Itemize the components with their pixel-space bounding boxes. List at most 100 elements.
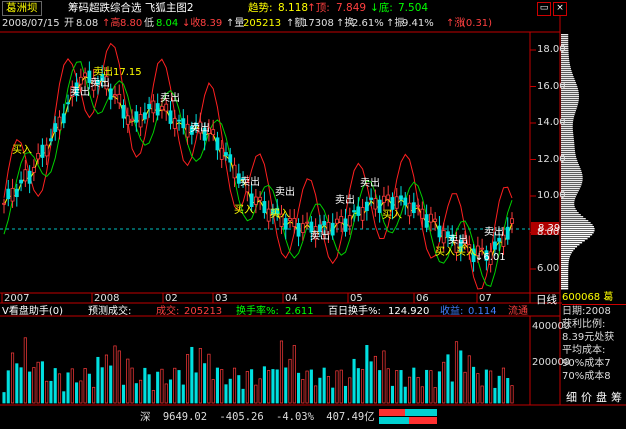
- volume-bar: [96, 356, 100, 404]
- volume-bar: [134, 383, 138, 404]
- side-tabs: 细价盘筹: [566, 389, 626, 404]
- sell-signal: 卖出: [90, 78, 110, 89]
- chip-bar: [561, 136, 574, 138]
- side-line: 8.39元处获: [562, 332, 615, 343]
- candle-body: [61, 113, 66, 124]
- sell-signal: 卖出: [335, 195, 355, 206]
- volume-bar: [207, 353, 211, 404]
- chip-bar: [561, 256, 570, 258]
- chip-bar: [561, 204, 575, 206]
- volume-bar: [501, 367, 506, 404]
- candle-body: [160, 105, 164, 111]
- volume-bar: [164, 383, 168, 404]
- side-tab-price[interactable]: 价: [581, 391, 596, 404]
- hundred-day-label: 百日换手%:: [328, 306, 381, 317]
- vol-label: 成交:: [156, 306, 180, 317]
- volume-bar: [484, 369, 488, 404]
- chip-bar: [561, 216, 584, 218]
- candle-body: [356, 206, 361, 216]
- chip-bar: [561, 72, 573, 74]
- volume-bar: [156, 371, 160, 404]
- side-tab-order[interactable]: 盘: [596, 391, 611, 404]
- chip-bar: [561, 270, 569, 272]
- chip-bar: [561, 282, 569, 284]
- volume-bar: [373, 355, 377, 404]
- candle-body: [369, 197, 374, 200]
- candle-body: [155, 103, 160, 116]
- chip-bar: [561, 184, 582, 186]
- side-tab-chip[interactable]: 筹: [611, 391, 626, 404]
- chip-bar: [561, 68, 571, 70]
- candle-body: [219, 147, 224, 160]
- chip-bar: [561, 244, 580, 246]
- candle-body: [215, 137, 220, 151]
- index-status-bar[interactable]: 深 9649.02 -405.26 -4.03% 407.49亿: [140, 409, 375, 424]
- price-tick-label: 6.00: [537, 263, 560, 274]
- volume-bar: [480, 385, 484, 404]
- candle-body: [493, 241, 497, 250]
- chip-bar: [561, 98, 579, 100]
- chip-bar: [561, 106, 578, 108]
- candle-body: [134, 111, 139, 123]
- chip-bar: [561, 228, 595, 230]
- chip-bar: [561, 224, 593, 226]
- volume-bar: [429, 370, 433, 404]
- volume-bar: [510, 385, 514, 404]
- chip-bar: [561, 276, 569, 278]
- candle-body: [420, 208, 425, 219]
- chip-bar: [561, 56, 569, 58]
- chip-bar: [561, 66, 571, 68]
- volume-bar: [75, 382, 79, 404]
- volume-bar: [493, 387, 497, 404]
- time-label: 2008: [94, 293, 120, 304]
- buy-signal: 买入: [382, 210, 402, 221]
- candle-body: [352, 210, 356, 213]
- candle-body: [232, 164, 237, 179]
- candle-body: [27, 170, 32, 184]
- volume-bar: [343, 385, 348, 404]
- float-label: 流通: [508, 306, 528, 317]
- candle-body: [66, 102, 70, 105]
- time-label: 03: [215, 293, 228, 304]
- chip-info-panel: 600068 葛 日期:2008 获利比例: 8.39元处获 平均成本: 90%…: [562, 291, 626, 405]
- candle-body: [377, 199, 382, 213]
- chip-bar: [561, 174, 583, 176]
- chip-bar: [561, 186, 581, 188]
- candle-body: [138, 114, 143, 128]
- side-tab-detail[interactable]: 细: [566, 391, 581, 404]
- buy-signal: 买入: [12, 145, 32, 156]
- chip-bar: [561, 264, 569, 266]
- candle-body: [151, 100, 156, 114]
- candle-body: [347, 215, 352, 227]
- volume-indicator-name[interactable]: V看盘助手(0): [2, 305, 63, 318]
- chip-bar: [561, 214, 581, 216]
- volume-bar: [506, 378, 510, 404]
- chip-bar: [561, 206, 575, 208]
- candle-body: [211, 129, 216, 136]
- candle-body: [258, 196, 263, 201]
- chip-bar: [561, 250, 574, 252]
- chip-bar: [561, 100, 579, 102]
- candle-body: [428, 213, 433, 223]
- chip-bar: [561, 210, 577, 212]
- volume-bar: [314, 385, 318, 404]
- chip-bar: [561, 178, 583, 180]
- volume-bar: [301, 379, 305, 404]
- period-label[interactable]: 日线: [536, 294, 557, 307]
- candle-body: [339, 215, 344, 224]
- sell-signal: 卖出: [70, 87, 90, 98]
- candle-body: [373, 198, 378, 210]
- volume-bar: [318, 377, 322, 404]
- chip-bar: [561, 212, 579, 214]
- candle-body: [78, 76, 83, 85]
- candle-body: [40, 144, 45, 158]
- chip-bar: [561, 246, 578, 248]
- candle-body: [83, 72, 88, 77]
- volume-bar: [79, 380, 83, 404]
- volume-bar: [416, 377, 420, 404]
- volume-bar: [472, 366, 476, 404]
- candle-body: [53, 123, 58, 132]
- chip-bar: [561, 202, 575, 204]
- volume-bar: [194, 372, 198, 404]
- chip-bar: [561, 180, 583, 182]
